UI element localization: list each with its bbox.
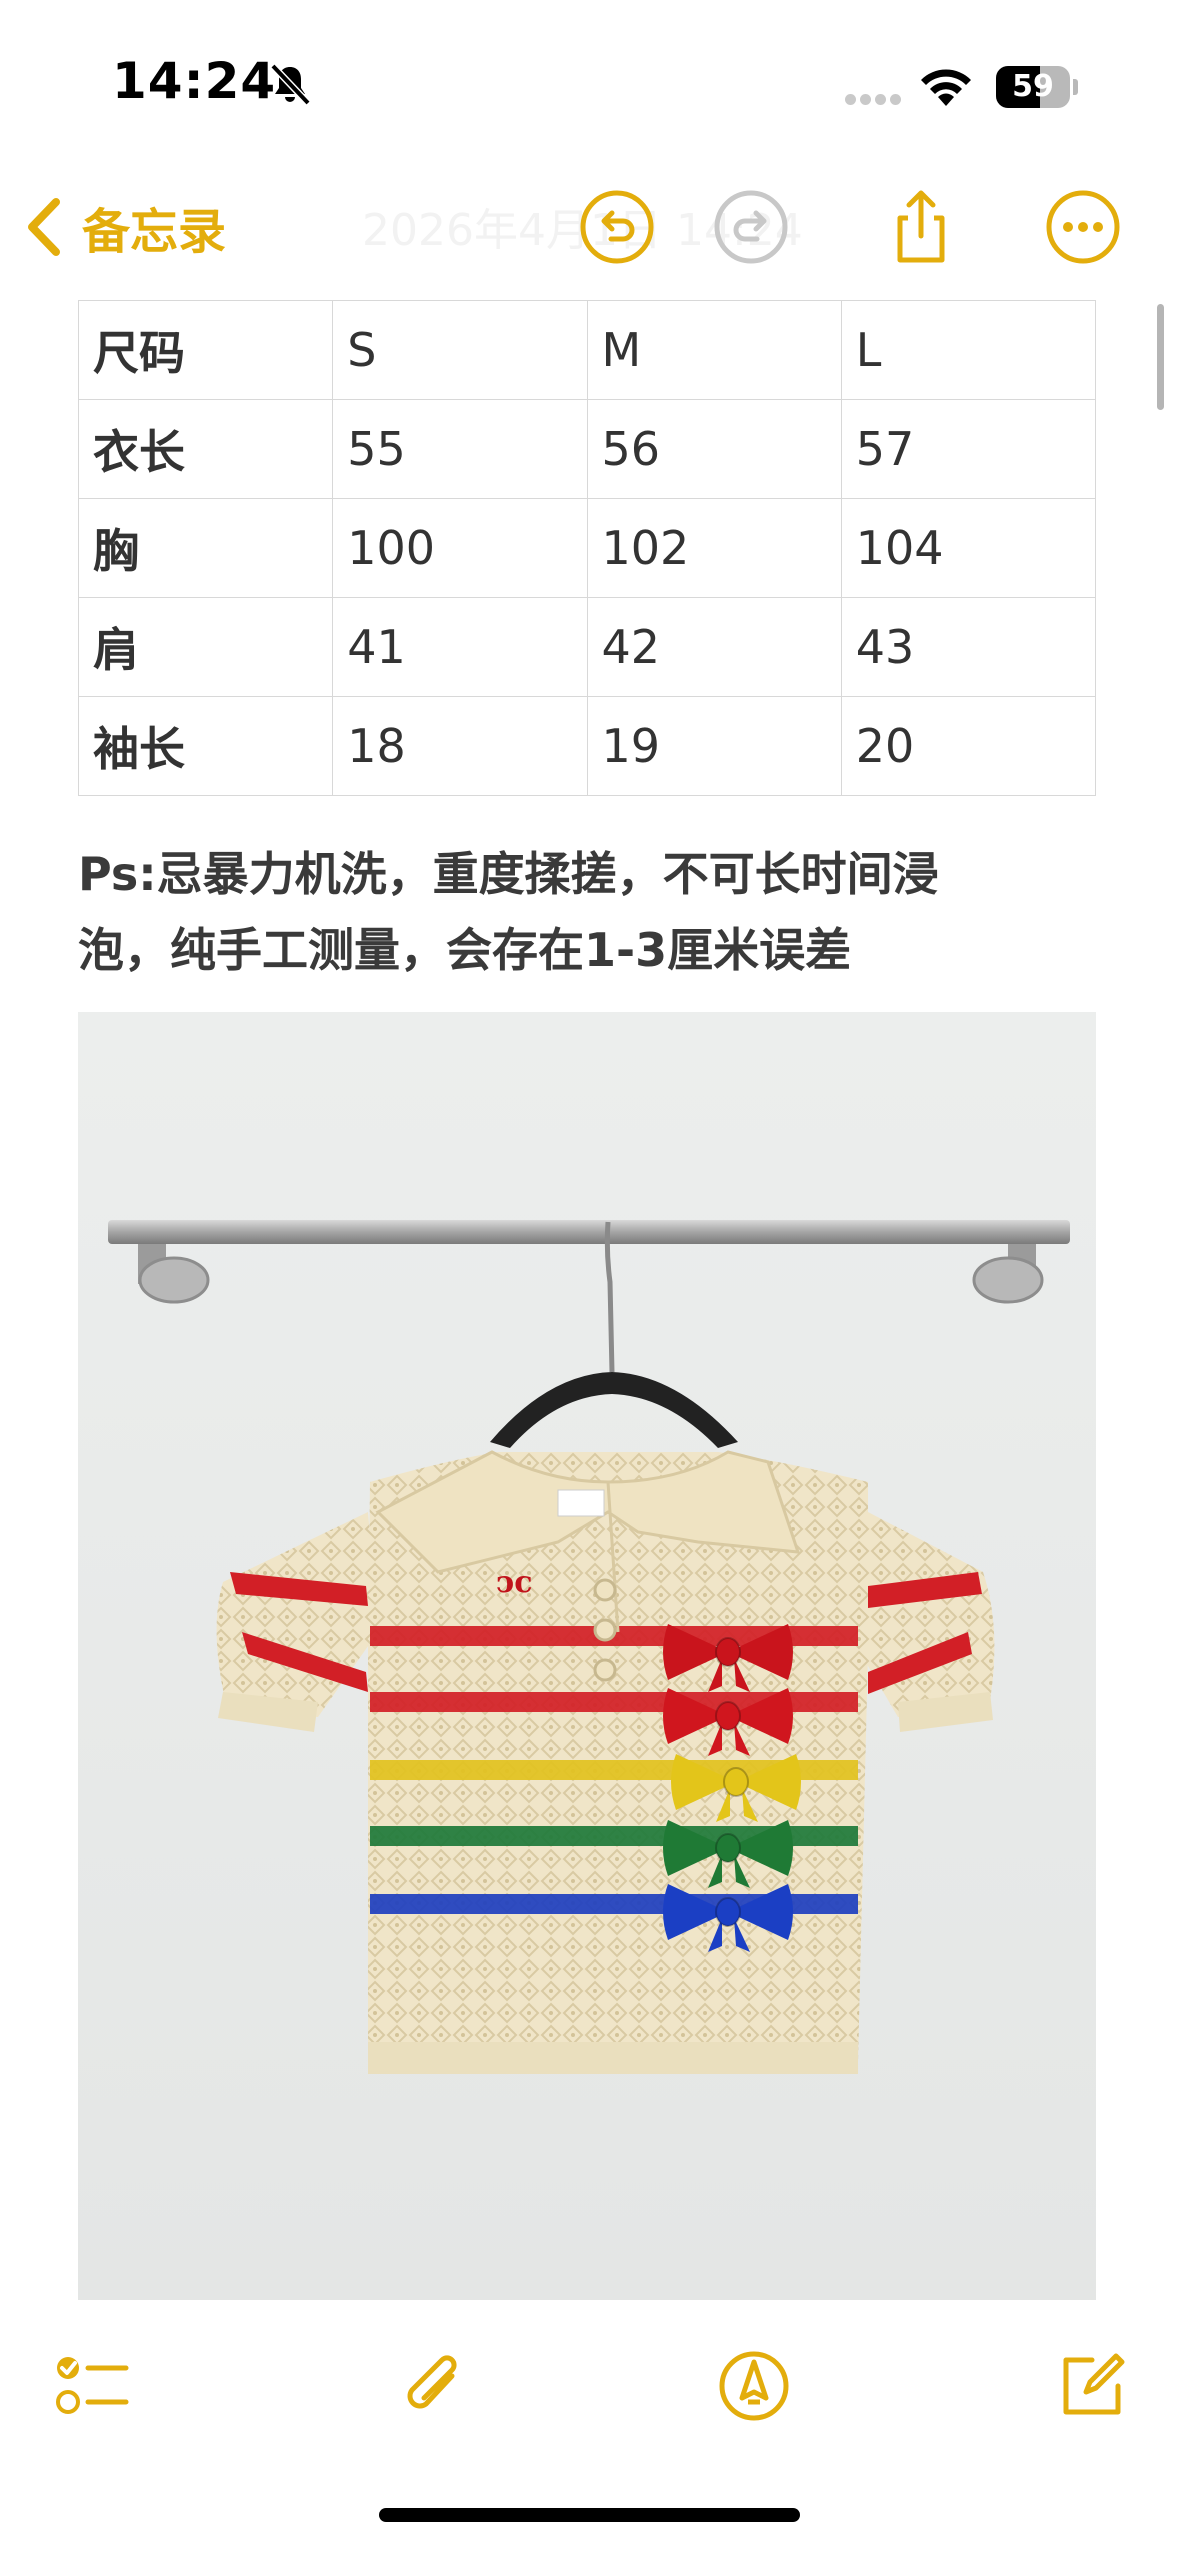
attachment-button[interactable] [394,2346,474,2426]
checklist-icon [56,2357,129,2414]
table-cell[interactable]: 41 [332,597,588,697]
table-cell[interactable]: 19 [586,696,842,796]
knit-polo-shirt-photo[interactable]: ↄc [78,1012,1096,2300]
table-cell[interactable]: 18 [332,696,588,796]
table-cell[interactable]: M [586,300,842,400]
table-row: 胸 100 102 104 [77,498,1097,598]
checklist-button[interactable] [52,2346,132,2426]
battery-level: 59 [1012,69,1054,104]
table-cell[interactable]: 肩 [77,597,334,697]
table-row: 袖长 18 19 20 [77,696,1097,796]
table-cell[interactable]: 胸 [77,498,334,598]
note-line: 泡，纯手工测量，会存在1-3厘米误差 [78,923,852,977]
note-text[interactable]: Ps:忌暴力机洗，重度揉搓，不可长时间浸 泡，纯手工测量，会存在1-3厘米误差 [78,836,1098,988]
svg-text:ↄc: ↄc [496,1565,533,1600]
battery-icon: 59 [996,66,1078,110]
table-cell[interactable]: S [332,300,588,400]
table-cell[interactable]: 57 [840,399,1097,499]
size-table[interactable]: 尺码 S M L 衣长 55 56 57 胸 100 102 104 肩 41 … [77,300,1097,796]
wifi-icon [921,69,971,106]
table-cell[interactable]: 20 [840,696,1097,796]
paperclip-icon [407,2355,457,2409]
chevron-left-icon [28,198,60,256]
more-icon [1046,190,1120,264]
table-cell[interactable]: 100 [332,498,588,598]
cellular-signal-icon [845,92,905,110]
table-cell[interactable]: 43 [840,597,1097,697]
compose-icon [1063,2353,1125,2415]
table-cell[interactable]: 袖长 [77,696,334,796]
more-button[interactable] [1044,188,1122,266]
table-cell[interactable]: L [840,300,1097,400]
back-button-label: 备忘录 [82,204,227,260]
undo-button[interactable] [578,188,656,266]
table-row: 衣长 55 56 57 [77,399,1097,499]
table-row: 尺码 S M L [77,300,1097,400]
redo-button[interactable] [712,188,790,266]
table-cell[interactable]: 102 [586,498,842,598]
share-button[interactable] [882,188,960,266]
scroll-indicator[interactable] [1157,304,1164,410]
table-row: 肩 41 42 43 [77,597,1097,697]
table-cell[interactable]: 55 [332,399,588,499]
table-cell[interactable]: 56 [586,399,842,499]
undo-icon [580,190,654,264]
table-cell[interactable]: 104 [840,498,1097,598]
bottom-toolbar [0,2320,1179,2450]
note-line: Ps:忌暴力机洗，重度揉搓，不可长时间浸 [78,847,939,901]
back-button[interactable]: 备忘录 [24,192,226,262]
status-bar: 14:24 59 [0,0,1179,170]
markup-button[interactable] [714,2346,794,2426]
home-indicator[interactable] [379,2508,800,2522]
table-cell[interactable]: 42 [586,597,842,697]
status-time: 14:24 [112,52,277,110]
bell-slash-icon [270,63,311,106]
table-cell[interactable]: 衣长 [77,399,334,499]
table-cell[interactable]: 尺码 [77,300,334,400]
markup-pen-icon [719,2351,789,2421]
share-icon [897,190,945,263]
navigation-bar: 备忘录 2026年4月1日 14:24 [0,170,1179,290]
compose-button[interactable] [1052,2346,1132,2426]
redo-icon [714,190,788,264]
